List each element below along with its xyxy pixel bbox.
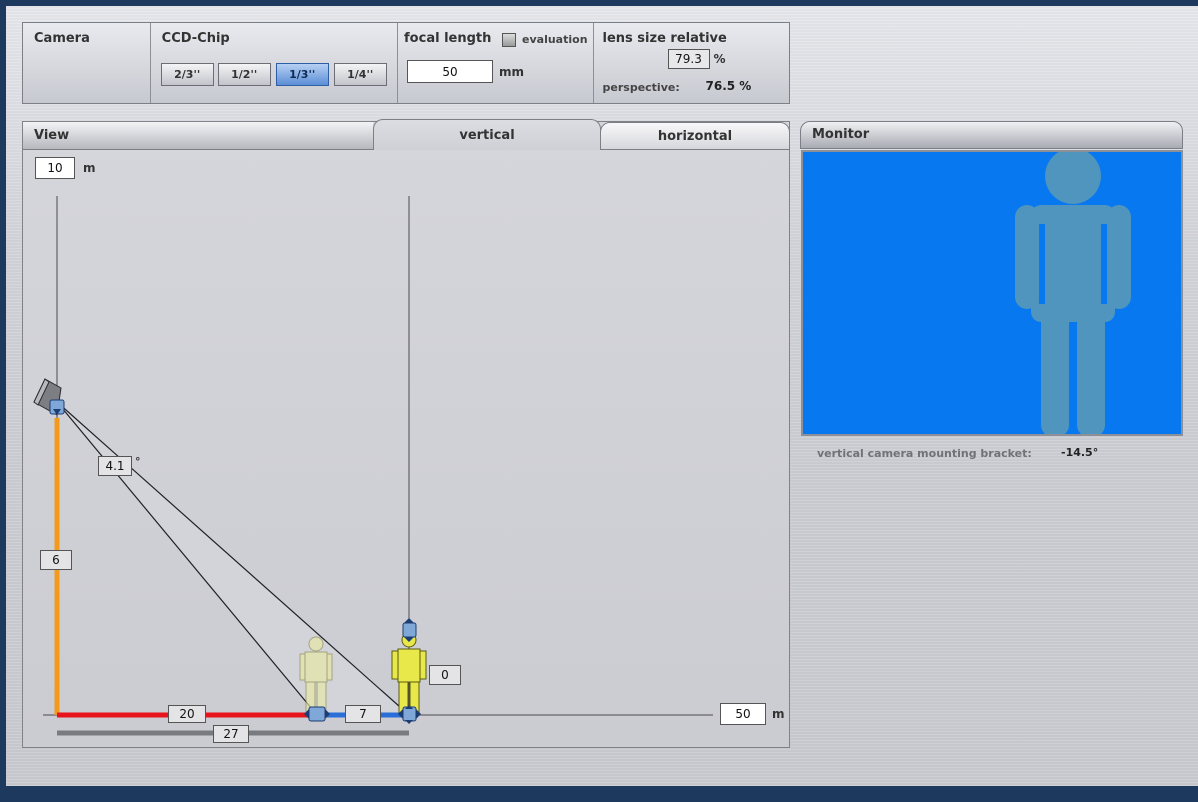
focal-length-section: focal length evaluation 50 mm <box>398 23 594 103</box>
monitor-title: Monitor <box>812 127 870 142</box>
perspective-label: perspective: <box>602 81 680 94</box>
view-panel: View vertical horizontal 10 m 4.1 ° 6 20… <box>22 119 790 748</box>
angle-unit: ° <box>135 455 141 468</box>
monitor-header: Monitor <box>800 121 1183 149</box>
focal-length-input[interactable]: 50 <box>407 60 494 83</box>
perspective-value: 76.5 % <box>705 79 752 93</box>
lens-size-value: 79.3 <box>667 49 710 69</box>
lens-size-label: lens size relative <box>602 31 727 46</box>
distance-scale-unit: m <box>772 707 785 721</box>
bracket-value: -14.5° <box>1061 446 1099 459</box>
monitor-panel: Monitor <box>800 121 1184 437</box>
camera-icon[interactable] <box>33 378 65 416</box>
monitor-screen <box>801 148 1183 437</box>
distance-scale-input[interactable]: 50 <box>720 703 766 725</box>
bracket-label: vertical camera mounting bracket: <box>817 447 1032 460</box>
fov-near-ray <box>56 401 318 716</box>
angle-value: 4.1 <box>98 456 132 476</box>
chip-2-3-button[interactable]: 2/3'' <box>160 63 214 86</box>
person-silhouette <box>1015 148 1131 437</box>
ccd-chip-label: CCD-Chip <box>161 31 230 46</box>
focal-length-label: focal length <box>404 31 492 46</box>
field-depth-value: 7 <box>345 705 381 723</box>
lens-size-unit: % <box>713 52 726 66</box>
total-distance-value: 27 <box>213 725 249 743</box>
focal-length-unit: mm <box>499 65 525 79</box>
settings-toolbar: Camera CCD-Chip 2/3'' 1/2'' 1/3'' 1/4'' … <box>22 22 790 104</box>
near-distance-value: 20 <box>168 705 206 723</box>
evaluation-checkbox[interactable] <box>502 33 517 47</box>
bottom-bar <box>0 786 1198 802</box>
camera-height-value: 6 <box>40 550 72 570</box>
evaluation-label: evaluation <box>522 33 588 46</box>
vertical-view-diagram <box>33 196 713 736</box>
fov-far-ray <box>56 401 410 716</box>
target-offset-value: 0 <box>429 665 461 685</box>
camera-label: Camera <box>34 31 90 46</box>
ccd-chip-section: CCD-Chip 2/3'' 1/2'' 1/3'' 1/4'' <box>151 23 399 103</box>
camera-section: Camera <box>23 23 151 103</box>
chip-1-3-button[interactable]: 1/3'' <box>275 63 329 86</box>
chip-1-2-button[interactable]: 1/2'' <box>217 63 271 86</box>
chip-1-4-button[interactable]: 1/4'' <box>333 63 387 86</box>
lens-size-section: lens size relative 79.3 % perspective: 7… <box>594 23 789 103</box>
